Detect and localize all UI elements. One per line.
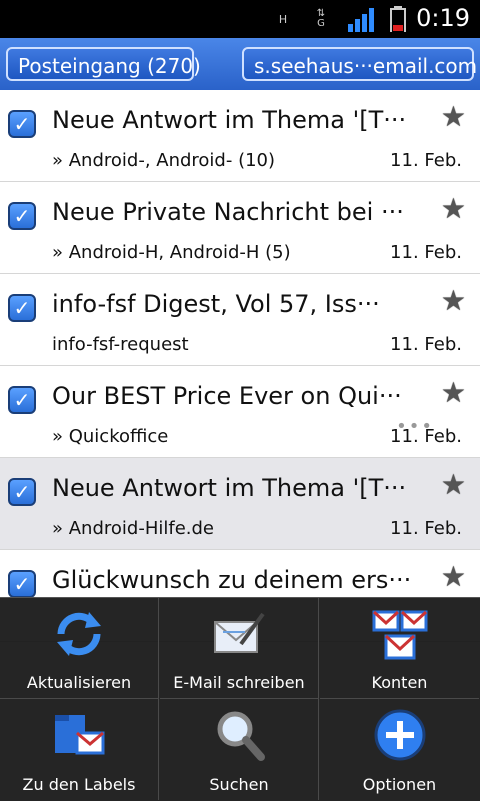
star-icon[interactable]: ★ bbox=[441, 100, 466, 133]
checkmark-icon: ✓ bbox=[13, 388, 31, 412]
data-activity-icon: ⇅ G bbox=[316, 8, 326, 29]
email-list: ✓ Neue Antwort im Thema '[T··· » Android… bbox=[0, 90, 480, 642]
email-row[interactable]: ✓ Neue Private Nachricht bei ··· » Andro… bbox=[0, 182, 480, 274]
select-checkbox[interactable]: ✓ bbox=[8, 570, 36, 598]
refresh-label: Aktualisieren bbox=[26, 673, 132, 692]
email-sender: » Android-Hilfe.de bbox=[52, 518, 214, 539]
checkmark-icon: ✓ bbox=[13, 112, 31, 136]
signal-icon bbox=[348, 8, 374, 32]
star-icon[interactable]: ★ bbox=[441, 560, 466, 593]
email-date: 11. Feb. bbox=[390, 518, 462, 539]
folder-button[interactable]: Posteingang (270) bbox=[6, 47, 201, 81]
header-bar: Posteingang (270) s.seehaus···email.com bbox=[0, 38, 480, 90]
search-icon bbox=[217, 711, 265, 761]
plus-circle-icon bbox=[374, 709, 425, 761]
star-icon[interactable]: ★ bbox=[441, 284, 466, 317]
select-checkbox[interactable]: ✓ bbox=[8, 110, 36, 138]
email-subject: Neue Antwort im Thema '[T··· bbox=[52, 106, 407, 134]
email-row[interactable]: ✓ info-fsf Digest, Vol 57, Iss··· info-f… bbox=[0, 274, 480, 366]
select-checkbox[interactable]: ✓ bbox=[8, 478, 36, 506]
labels-folder-icon bbox=[55, 715, 105, 755]
star-icon[interactable]: ★ bbox=[441, 468, 466, 501]
email-sender: » Quickoffice bbox=[52, 426, 169, 447]
status-bar: H ⇅ G 0:19 bbox=[0, 0, 480, 38]
email-date: 11. Feb. bbox=[390, 426, 462, 447]
star-icon[interactable]: ★ bbox=[441, 376, 466, 409]
checkmark-icon: ✓ bbox=[13, 204, 31, 228]
network-g-label: G bbox=[317, 18, 325, 29]
options-menu-item[interactable]: Optionen bbox=[320, 699, 479, 800]
refresh-icon bbox=[57, 612, 101, 656]
email-subject: info-fsf Digest, Vol 57, Iss··· bbox=[52, 290, 380, 318]
email-subject: Neue Antwort im Thema '[T··· bbox=[52, 474, 407, 502]
email-date: 11. Feb. bbox=[390, 334, 462, 355]
email-subject: Neue Private Nachricht bei ··· bbox=[52, 198, 404, 226]
compose-label: E-Mail schreiben bbox=[173, 673, 305, 692]
network-h-label: H bbox=[278, 12, 288, 26]
email-row[interactable]: ✓ Neue Antwort im Thema '[T··· » Android… bbox=[0, 90, 480, 182]
email-sender: » Android-, Android- (10) bbox=[52, 150, 276, 171]
select-checkbox[interactable]: ✓ bbox=[8, 202, 36, 230]
accounts-menu-item[interactable]: Konten bbox=[320, 598, 479, 699]
email-subject: Glückwunsch zu deinem ers··· bbox=[52, 566, 412, 594]
network-h-icon: H bbox=[268, 6, 298, 32]
search-menu-item[interactable]: Suchen bbox=[160, 699, 319, 800]
email-subject: Our BEST Price Ever on Qui··· bbox=[52, 382, 402, 410]
checkmark-icon: ✓ bbox=[13, 480, 31, 504]
options-menu: Aktualisieren E-Mail schreiben Konten Zu… bbox=[0, 597, 480, 801]
search-label: Suchen bbox=[209, 775, 269, 794]
star-icon[interactable]: ★ bbox=[441, 192, 466, 225]
email-row-selected[interactable]: ✓ Neue Antwort im Thema '[T··· » Android… bbox=[0, 458, 480, 550]
labels-label: Zu den Labels bbox=[22, 775, 136, 794]
email-date: 11. Feb. bbox=[390, 150, 462, 171]
options-label: Optionen bbox=[362, 775, 437, 794]
refresh-menu-item[interactable]: Aktualisieren bbox=[0, 598, 159, 699]
compose-mail-icon bbox=[214, 612, 265, 653]
account-button[interactable]: s.seehaus···email.com bbox=[242, 47, 477, 81]
email-sender: » Android-H, Android-H (5) bbox=[52, 242, 291, 263]
email-date: 11. Feb. bbox=[390, 242, 462, 263]
select-checkbox[interactable]: ✓ bbox=[8, 294, 36, 322]
clock: 0:19 bbox=[416, 4, 470, 32]
battery-icon bbox=[390, 6, 406, 32]
email-row[interactable]: ✓ Our BEST Price Ever on Qui··· ••• » Qu… bbox=[0, 366, 480, 458]
labels-menu-item[interactable]: Zu den Labels bbox=[0, 699, 159, 800]
checkmark-icon: ✓ bbox=[13, 296, 31, 320]
email-sender: info-fsf-request bbox=[52, 334, 189, 355]
accounts-icon bbox=[372, 610, 427, 660]
compose-menu-item[interactable]: E-Mail schreiben bbox=[160, 598, 319, 699]
select-checkbox[interactable]: ✓ bbox=[8, 386, 36, 414]
accounts-label: Konten bbox=[371, 673, 428, 692]
checkmark-icon: ✓ bbox=[13, 572, 31, 596]
